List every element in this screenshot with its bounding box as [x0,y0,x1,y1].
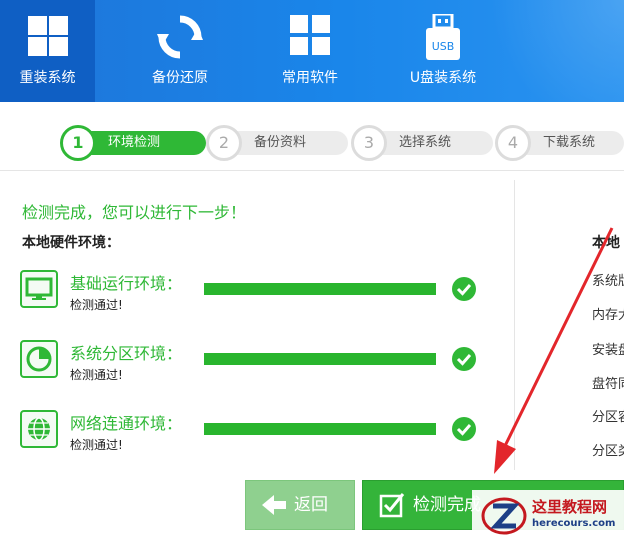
check-result: 检测通过! [70,368,123,382]
step-label: 选择系统 [399,135,452,150]
check-result: 检测通过! [70,298,123,312]
monitor-icon [20,270,58,308]
nav-label: 常用软件 [282,70,338,86]
step-number: 4 [495,125,531,161]
info-label: 系统版 [592,274,624,289]
checkmark-icon [452,347,476,371]
step-select-system[interactable]: 3 选择系统 [351,125,493,161]
checkbox-checked-icon [379,492,405,523]
back-arrow-icon [262,493,288,522]
nav-item-backup-restore[interactable]: 备份还原 [130,0,230,102]
hardware-section-title: 本地硬件环境： [22,235,120,251]
progress-fill [204,283,436,295]
nav-label: U盘装系统 [409,70,477,86]
progress-bar [204,283,436,295]
refresh-icon [157,14,203,64]
checkmark-icon [452,277,476,301]
info-label: 分区容 [592,410,624,425]
check-row-basic-env: 基础运行环境： 检测通过! [20,268,500,324]
back-button-label: 返回 [294,495,328,515]
checkmark-icon [452,417,476,441]
step-number: 3 [351,125,387,161]
info-label: 安装盘 [592,343,624,358]
watermark: 这里教程网 herecours.com [472,490,624,540]
info-label: 分区类 [592,444,624,459]
svg-text:USB: USB [432,40,455,53]
step-progress: 1 环境检测 2 备份资料 3 选择系统 4 下载系统 [0,118,624,168]
nav-label: 重装系统 [19,70,76,86]
info-label: 盘符同 [592,377,624,392]
progress-bar [204,353,436,365]
windows-icon [26,14,70,62]
nav-item-reinstall-system[interactable]: 重装系统 [0,0,95,102]
nav-label: 备份还原 [152,70,208,86]
nav-item-common-software[interactable]: 常用软件 [260,0,360,102]
step-number: 2 [206,125,242,161]
divider [0,170,624,171]
watermark-site: herecours.com [532,518,616,529]
step-backup-data[interactable]: 2 备份资料 [206,125,348,161]
back-button[interactable]: 返回 [245,480,355,530]
watermark-title: 这里教程网 [532,498,608,516]
panel-divider [514,180,515,470]
step-label: 下载系统 [543,135,596,150]
info-label: 内存大 [592,308,624,323]
pie-chart-icon [20,340,58,378]
grid-icon [289,14,331,60]
progress-fill [204,353,436,365]
step-label: 环境检测 [108,135,161,150]
next-button-label: 检测完成 [413,495,481,515]
step-download-system[interactable]: 4 下载系统 [495,125,624,161]
globe-icon [20,410,58,448]
detection-status: 检测完成，您可以进行下一步！ [22,203,247,222]
watermark-logo-icon [478,494,528,540]
progress-fill [204,423,436,435]
top-nav-bar: 重装系统 备份还原 常用软件 USB U盘装系统 [0,0,624,102]
step-label: 备份资料 [254,135,307,150]
check-title: 系统分区环境： [70,344,183,363]
check-result: 检测通过! [70,438,123,452]
check-row-network-env: 网络连通环境： 检测通过! [20,408,500,464]
step-number: 1 [60,125,96,161]
usb-icon: USB [423,12,463,66]
check-row-partition-env: 系统分区环境： 检测通过! [20,338,500,394]
nav-item-usb-install[interactable]: USB U盘装系统 [393,0,493,102]
local-info-title: 本地 [592,235,620,251]
check-title: 网络连通环境： [70,414,183,433]
progress-bar [204,423,436,435]
step-env-check[interactable]: 1 环境检测 [60,125,206,161]
check-title: 基础运行环境： [70,274,183,293]
